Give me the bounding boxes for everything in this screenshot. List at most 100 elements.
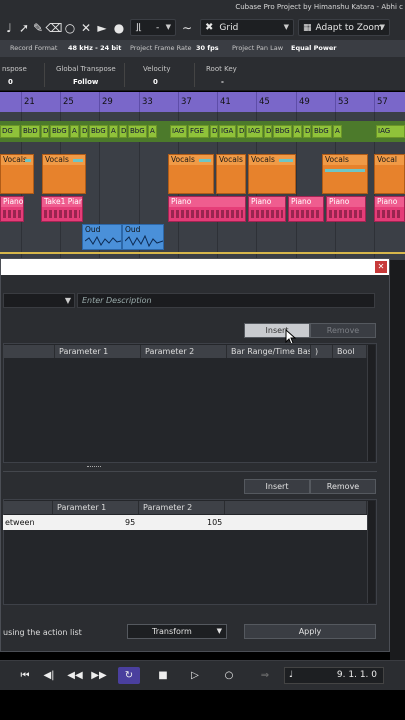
bar-number: 41 bbox=[220, 97, 231, 107]
erase-tool-icon[interactable]: ⌫ bbox=[46, 18, 63, 38]
stop-icon[interactable]: ■ bbox=[152, 667, 174, 684]
audio-event-vocals[interactable]: Vocals bbox=[322, 154, 368, 194]
column-header[interactable]: Bool bbox=[333, 345, 367, 358]
waveform bbox=[25, 159, 31, 162]
quantize-select[interactable]: ⌋⌊ - ▼ bbox=[130, 19, 176, 36]
grid-type-select[interactable]: ✖ Grid ▼ bbox=[200, 19, 294, 36]
insert-condition-button[interactable]: Insert bbox=[244, 323, 310, 338]
chord-event[interactable]: FGE bbox=[188, 125, 209, 138]
chord-event[interactable]: D bbox=[119, 125, 127, 138]
apply-button[interactable]: Apply bbox=[244, 624, 376, 639]
remove-condition-button[interactable]: Remove bbox=[310, 323, 376, 338]
chord-event[interactable]: IAG bbox=[246, 125, 263, 138]
column-header[interactable]: Bar Range/Time Base bbox=[227, 345, 311, 358]
chord-event[interactable]: IAG bbox=[170, 125, 187, 138]
function-select[interactable]: Transform ▼ bbox=[127, 624, 227, 639]
previous-marker-icon[interactable]: ◀| bbox=[38, 667, 60, 684]
column-header[interactable]: Parameter 1 bbox=[55, 345, 141, 358]
chord-event[interactable]: D bbox=[80, 125, 88, 138]
chord-event[interactable]: D bbox=[237, 125, 245, 138]
audio-event-vocals[interactable]: Vocals bbox=[0, 154, 34, 194]
play-tool-icon[interactable]: ► bbox=[94, 18, 110, 38]
snap-wave-icon[interactable]: ∼ bbox=[178, 18, 196, 38]
scrollbar[interactable] bbox=[367, 501, 375, 603]
audio-event-vocals[interactable]: Vocals bbox=[216, 154, 246, 194]
chord-event[interactable]: BbG bbox=[50, 125, 69, 138]
chord-event[interactable]: A bbox=[109, 125, 118, 138]
bar-number: 29 bbox=[102, 97, 113, 107]
bar-number: 25 bbox=[63, 97, 74, 107]
chord-event[interactable]: D bbox=[264, 125, 272, 138]
chord-event[interactable]: IGA bbox=[219, 125, 236, 138]
column-header bbox=[3, 501, 53, 514]
remove-action-button[interactable]: Remove bbox=[310, 479, 376, 494]
midi-event-piano[interactable]: Take1 Piano bbox=[41, 196, 83, 222]
right-zone-edge bbox=[390, 260, 405, 660]
bar-number: 37 bbox=[181, 97, 192, 107]
timeline-ruler[interactable]: 21 25 29 33 37 41 45 49 53 57 bbox=[0, 92, 405, 112]
chevron-down-icon: ▼ bbox=[216, 627, 222, 635]
chord-event[interactable]: A bbox=[333, 125, 342, 138]
quantize-wave-icon: ⌋⌊ bbox=[135, 22, 143, 33]
chord-event[interactable]: D bbox=[303, 125, 311, 138]
midi-event-piano[interactable]: Piano bbox=[248, 196, 286, 222]
chord-event[interactable]: A bbox=[293, 125, 302, 138]
scrollbar[interactable] bbox=[367, 345, 375, 461]
filter-condition-list[interactable] bbox=[3, 343, 377, 463]
audio-event-vocals[interactable]: Vocals bbox=[248, 154, 296, 194]
parameter1-cell[interactable]: 95 bbox=[125, 515, 135, 530]
midi-event-piano[interactable]: Piano bbox=[288, 196, 324, 222]
splitter-handle[interactable] bbox=[87, 466, 101, 469]
chevron-down-icon: ▼ bbox=[283, 23, 289, 31]
column-header[interactable]: Parameter 2 bbox=[141, 345, 227, 358]
condition-cell[interactable]: etween bbox=[5, 515, 35, 530]
play-icon[interactable]: ▷ bbox=[184, 667, 206, 684]
go-to-start-icon[interactable]: ⏮ bbox=[14, 667, 36, 684]
project-event-display[interactable]: DG BbD D BbG A D BbG A D BbG A IAG FGE D… bbox=[0, 112, 405, 260]
chord-event[interactable]: D bbox=[41, 125, 49, 138]
chord-event[interactable]: D bbox=[210, 125, 218, 138]
midi-event-piano[interactable]: Piano bbox=[0, 196, 24, 222]
midi-event-piano[interactable]: Piano bbox=[326, 196, 366, 222]
rewind-icon[interactable]: ◀◀ bbox=[64, 667, 86, 684]
audio-event-vocals[interactable]: Vocal bbox=[374, 154, 405, 194]
draw-tool-icon[interactable]: ✎ bbox=[30, 18, 46, 38]
zoom-tool-icon[interactable]: ○ bbox=[62, 18, 78, 38]
info-line: nspose 0 Global Transpose Follow Velocit… bbox=[0, 57, 405, 91]
chord-event[interactable]: A bbox=[148, 125, 157, 138]
dialog-titlebar[interactable]: ✕ bbox=[1, 259, 389, 275]
close-icon[interactable]: ✕ bbox=[375, 261, 387, 273]
audio-event-oud[interactable]: Oud bbox=[82, 224, 122, 250]
column-header[interactable]: Parameter 2 bbox=[139, 501, 225, 514]
chord-event[interactable]: BbD bbox=[21, 125, 40, 138]
insert-action-button[interactable]: Insert bbox=[244, 479, 310, 494]
chord-event[interactable]: A bbox=[70, 125, 79, 138]
audio-event-vocals[interactable]: Vocals bbox=[168, 154, 214, 194]
chord-event[interactable]: BbG bbox=[128, 125, 147, 138]
fast-forward-icon[interactable]: ▶▶ bbox=[88, 667, 110, 684]
speaker-icon[interactable]: ● bbox=[110, 18, 128, 38]
audio-event-oud[interactable]: Oud bbox=[122, 224, 164, 250]
chord-event[interactable]: IAG bbox=[376, 125, 405, 138]
midi-event-piano[interactable]: Piano bbox=[168, 196, 246, 222]
mute-tool-icon[interactable]: ✕ bbox=[78, 18, 94, 38]
record-icon[interactable]: ○ bbox=[218, 667, 240, 684]
key-editor-icon[interactable]: ♩ bbox=[2, 18, 16, 38]
column-header[interactable]: Parameter 1 bbox=[53, 501, 139, 514]
chord-event[interactable]: BbG bbox=[273, 125, 292, 138]
cycle-icon[interactable]: ↻ bbox=[118, 667, 140, 684]
chord-event[interactable]: DG bbox=[0, 125, 20, 138]
position-display[interactable]: ♩ 9. 1. 1. 0 bbox=[284, 667, 384, 684]
punch-icon[interactable]: ⇒ bbox=[254, 667, 276, 684]
chord-event[interactable]: BbG bbox=[312, 125, 332, 138]
grid-size-select[interactable]: ▦ Adapt to Zoom ▼ bbox=[298, 19, 390, 36]
description-input[interactable]: Enter Description bbox=[77, 293, 375, 308]
audio-event-vocals[interactable]: Vocals bbox=[42, 154, 86, 194]
chord-event[interactable]: BbG bbox=[89, 125, 108, 138]
midi-event-piano[interactable]: Piano bbox=[374, 196, 405, 222]
table-row[interactable]: etween 95 105 bbox=[3, 515, 367, 530]
preset-select[interactable]: ▼ bbox=[3, 293, 75, 308]
column-header[interactable]: ) bbox=[311, 345, 333, 358]
bar-number: 45 bbox=[259, 97, 270, 107]
parameter2-cell[interactable]: 105 bbox=[207, 515, 222, 530]
